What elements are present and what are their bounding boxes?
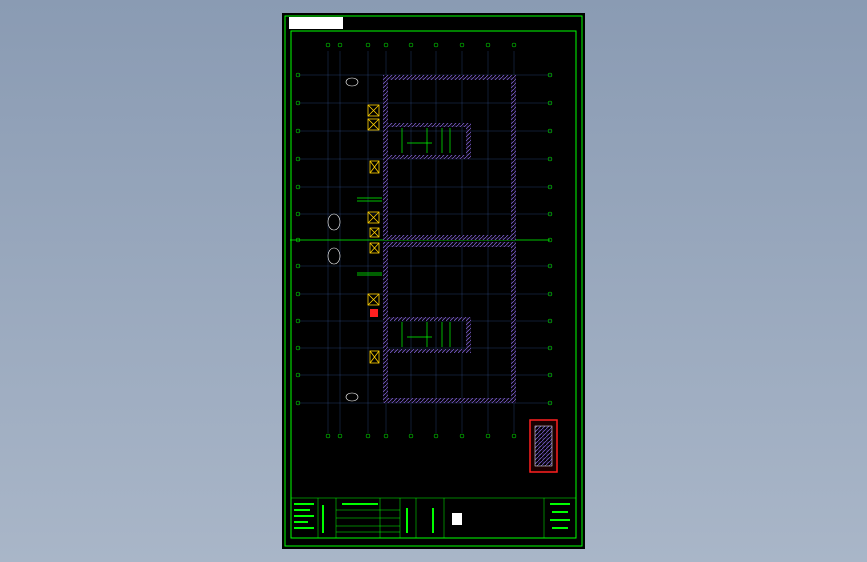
cad-viewport[interactable] <box>0 0 867 562</box>
drawing-sheet[interactable] <box>282 13 585 549</box>
equipment-box-icon <box>367 211 380 224</box>
equipment-box-icon <box>369 350 380 364</box>
detail-view-icon <box>529 419 558 473</box>
white-label <box>452 513 462 525</box>
equipment-box-icon <box>367 104 380 117</box>
floor-plan-drawing <box>284 15 583 547</box>
drawing-title-stamp <box>289 17 343 29</box>
equipment-boxes <box>367 104 380 364</box>
equipment-box-icon <box>367 118 380 131</box>
equipment-box-icon <box>369 160 380 174</box>
equipment-box-icon <box>367 293 380 306</box>
equipment-box-icon <box>369 227 380 238</box>
column-symbols <box>327 77 359 402</box>
upper-building <box>383 75 516 240</box>
equipment-box-icon <box>369 242 380 254</box>
title-block-text-marks <box>294 503 570 533</box>
red-marker <box>370 309 378 317</box>
